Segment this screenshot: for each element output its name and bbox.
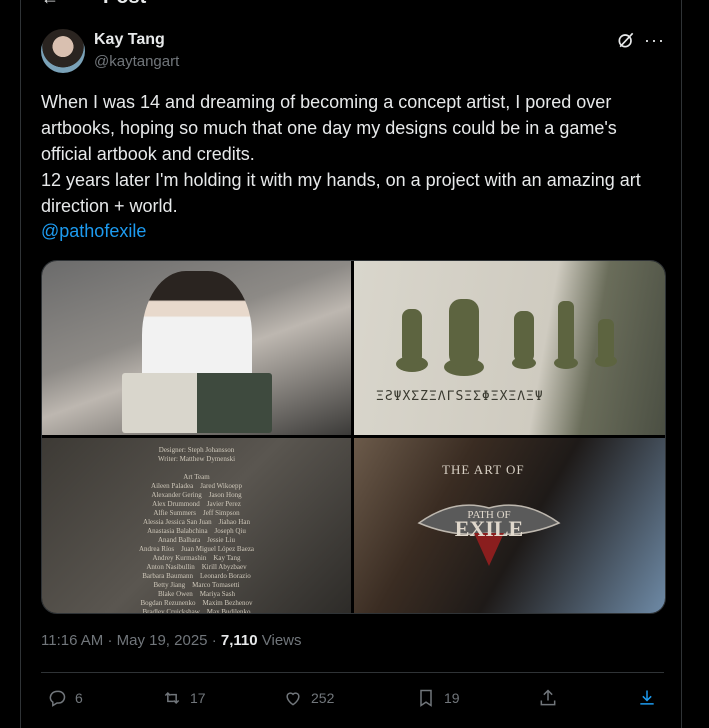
photo-artbook-statues[interactable]: ΞƧΨXΣZΞΛΓSΞΣΦΞXΞΛΞΨ: [354, 261, 665, 435]
grok-icon[interactable]: [616, 30, 636, 50]
path-of-exile-logo: PATH OF EXILE: [417, 504, 561, 566]
tweet-text: When I was 14 and dreaming of becoming a…: [41, 92, 641, 216]
view-count: 7,110: [220, 632, 258, 649]
heart-icon: [286, 692, 300, 706]
download-button[interactable]: [637, 688, 657, 708]
back-arrow-icon[interactable]: ←: [41, 0, 59, 9]
credits-text: Designer: Steph Johansson Writer: Matthe…: [138, 446, 255, 614]
repost-count: 17: [190, 690, 206, 706]
repost-icon: [164, 691, 180, 705]
post-time[interactable]: 11:16 AM: [41, 632, 103, 649]
meta-separator: ·: [211, 632, 221, 649]
book-title-art-of: THE ART OF: [442, 462, 525, 477]
bookmark-count: 19: [444, 690, 460, 706]
open-artbook: [122, 373, 272, 433]
top-bar: ← Post: [21, 0, 681, 8]
like-button[interactable]: 252: [283, 688, 334, 708]
views-label: Views: [261, 632, 302, 649]
avatar[interactable]: [41, 29, 85, 73]
like-count: 252: [311, 690, 335, 706]
download-icon: [640, 690, 654, 705]
photo-book-cover[interactable]: THE ART OF PATH OF EXILE: [354, 438, 665, 613]
post-column: ← Post Kay Tang @kaytangart ··· When I w…: [20, 0, 682, 728]
share-icon: [540, 689, 556, 706]
photo-woman-with-artbook[interactable]: [42, 261, 351, 435]
share-button[interactable]: [538, 688, 558, 708]
reply-button[interactable]: 6: [47, 688, 83, 708]
statue-figures: [396, 299, 617, 376]
media-grid: ΞƧΨXΣZΞΛΓSΞΣΦΞXΞΛΞΨ Designer: Steph Joha…: [41, 260, 666, 614]
rune-glyph-row: ΞƧΨXΣZΞΛΓSΞΣΦΞXΞΛΞΨ: [376, 389, 544, 404]
reply-icon: [49, 690, 66, 707]
post-date[interactable]: May 19, 2025: [117, 632, 208, 649]
author-handle[interactable]: @kaytangart: [94, 53, 179, 70]
post-meta: 11:16 AM · May 19, 2025 · 7,110 Views: [41, 632, 302, 649]
repost-button[interactable]: 17: [162, 688, 206, 708]
logo-exile: EXILE: [455, 516, 523, 541]
mention-link[interactable]: @pathofexile: [41, 221, 146, 242]
action-bar: 6 17 252 19: [41, 688, 664, 712]
bookmark-icon: [420, 689, 432, 707]
bookmark-button[interactable]: 19: [416, 688, 460, 708]
page-title: Post: [103, 0, 146, 9]
meta-separator: ·: [107, 632, 117, 649]
more-icon[interactable]: ···: [644, 30, 665, 51]
photo-credits-page[interactable]: Designer: Steph Johansson Writer: Matthe…: [42, 438, 351, 613]
reply-count: 6: [75, 690, 83, 706]
divider: [41, 672, 664, 673]
author-name[interactable]: Kay Tang: [94, 31, 165, 49]
